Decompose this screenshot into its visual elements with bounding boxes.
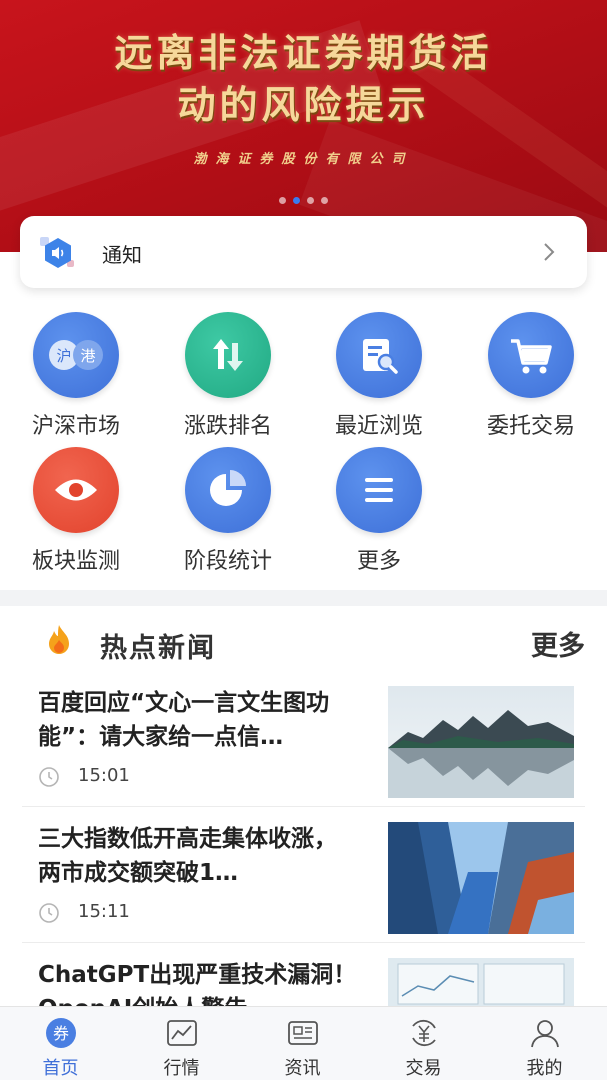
menu-item-label: 板块监测 bbox=[31, 549, 120, 574]
up-down-arrows-icon bbox=[213, 339, 243, 371]
news-title: 三大指数低开高走集体收涨，两市成交额突破1… bbox=[38, 826, 337, 886]
pie-chart-icon bbox=[210, 470, 246, 506]
home-tab-glyph: 券 bbox=[52, 1024, 68, 1043]
news-time: 15:01 bbox=[78, 765, 130, 786]
news-title: 百度回应“文心一言文生图功能”：请大家给一点信… bbox=[38, 690, 330, 750]
tab-label: 行情 bbox=[163, 1058, 200, 1079]
carousel-dot[interactable] bbox=[279, 197, 286, 204]
tab-market[interactable]: 行情 bbox=[121, 1007, 242, 1080]
tab-trade[interactable]: 交易 bbox=[363, 1007, 484, 1080]
menu-circle bbox=[185, 312, 271, 398]
carousel-dot-active[interactable] bbox=[293, 197, 300, 204]
menu-circle bbox=[488, 312, 574, 398]
menu-item-label: 更多 bbox=[356, 549, 401, 574]
news-item[interactable]: 三大指数低开高走集体收涨，两市成交额突破1… 15:11 bbox=[0, 822, 607, 958]
menu-item-label: 涨跌排名 bbox=[183, 414, 272, 439]
browse-history-icon bbox=[363, 339, 398, 374]
clock-icon bbox=[39, 767, 59, 787]
user-icon bbox=[530, 1020, 559, 1048]
carousel-dot[interactable] bbox=[321, 197, 328, 204]
banner-company: 渤海证券股份有限公司 bbox=[193, 152, 414, 167]
promo-banner[interactable]: 远离非法证券期货活 动的风险提示 渤海证券股份有限公司 bbox=[0, 0, 607, 252]
hot-news-more-link[interactable]: 更多 bbox=[531, 624, 585, 663]
yuan-exchange-icon bbox=[411, 1019, 436, 1047]
carousel-dot[interactable] bbox=[307, 197, 314, 204]
menu-item-sector-monitor[interactable]: 板块监测 bbox=[16, 447, 136, 575]
eye-icon bbox=[55, 479, 97, 501]
news-separator bbox=[22, 806, 585, 807]
menu-item-trade[interactable]: 委托交易 bbox=[471, 312, 591, 440]
menu-item-recent[interactable]: 最近浏览 bbox=[319, 312, 439, 440]
notice-label: 通知 bbox=[102, 243, 142, 267]
market-chart-icon bbox=[166, 1020, 197, 1046]
menu-circle bbox=[185, 447, 271, 533]
carousel-indicator[interactable] bbox=[0, 197, 607, 204]
banner-title-line1: 远离非法证券期货活 bbox=[114, 30, 493, 75]
menu-item-more[interactable]: 更多 bbox=[319, 447, 439, 575]
menu-item-ranking[interactable]: 涨跌排名 bbox=[168, 312, 288, 440]
chevron-right-icon bbox=[544, 243, 555, 261]
notice-bar[interactable]: 通知 bbox=[20, 216, 587, 288]
news-item[interactable]: 百度回应“文心一言文生图功能”：请大家给一点信… 15:01 bbox=[0, 686, 607, 822]
tab-label: 交易 bbox=[405, 1058, 442, 1079]
news-thumbnail-skyscrapers[interactable] bbox=[388, 822, 574, 934]
banner-title-line2: 动的风险提示 bbox=[177, 82, 430, 127]
fire-icon bbox=[49, 625, 69, 654]
tab-label: 首页 bbox=[42, 1058, 79, 1079]
home-coupon-icon: 券 bbox=[45, 1018, 76, 1048]
hot-news-header: 热点新闻 更多 bbox=[0, 606, 607, 676]
tab-news[interactable]: 资讯 bbox=[242, 1007, 363, 1080]
bottom-tab-bar: 券 首页 行情 资讯 交易 我的 bbox=[0, 1006, 607, 1080]
tab-home[interactable]: 券 首页 bbox=[0, 1007, 121, 1080]
menu-item-label: 沪深市场 bbox=[31, 414, 120, 439]
news-time: 15:11 bbox=[78, 901, 130, 922]
shopping-cart-icon bbox=[511, 339, 552, 374]
tab-label: 资讯 bbox=[284, 1058, 321, 1079]
menu-icon bbox=[365, 478, 393, 502]
menu-item-stage-stats[interactable]: 阶段统计 bbox=[168, 447, 288, 575]
news-separator bbox=[22, 942, 585, 943]
news-thumbnail-lake[interactable] bbox=[388, 686, 574, 798]
menu-circle: 沪 港 bbox=[33, 312, 119, 398]
menu-item-label: 最近浏览 bbox=[334, 414, 423, 439]
section-divider bbox=[0, 590, 607, 606]
tab-profile[interactable]: 我的 bbox=[484, 1007, 605, 1080]
menu-item-label: 阶段统计 bbox=[183, 549, 272, 574]
clock-icon bbox=[39, 903, 59, 923]
hu-badge: 沪 bbox=[56, 347, 71, 365]
menu-circle bbox=[336, 447, 422, 533]
menu-item-label: 委托交易 bbox=[486, 414, 575, 439]
gang-badge: 港 bbox=[80, 347, 95, 365]
news-icon bbox=[287, 1021, 318, 1045]
menu-item-market[interactable]: 沪 港 沪深市场 bbox=[16, 312, 136, 440]
shanghai-shenzhen-hk-icon: 沪 港 bbox=[49, 340, 103, 370]
menu-circle bbox=[33, 447, 119, 533]
hot-news-title: 热点新闻 bbox=[100, 633, 216, 664]
speaker-icon bbox=[40, 237, 74, 268]
tab-label: 我的 bbox=[526, 1058, 563, 1079]
menu-circle bbox=[336, 312, 422, 398]
